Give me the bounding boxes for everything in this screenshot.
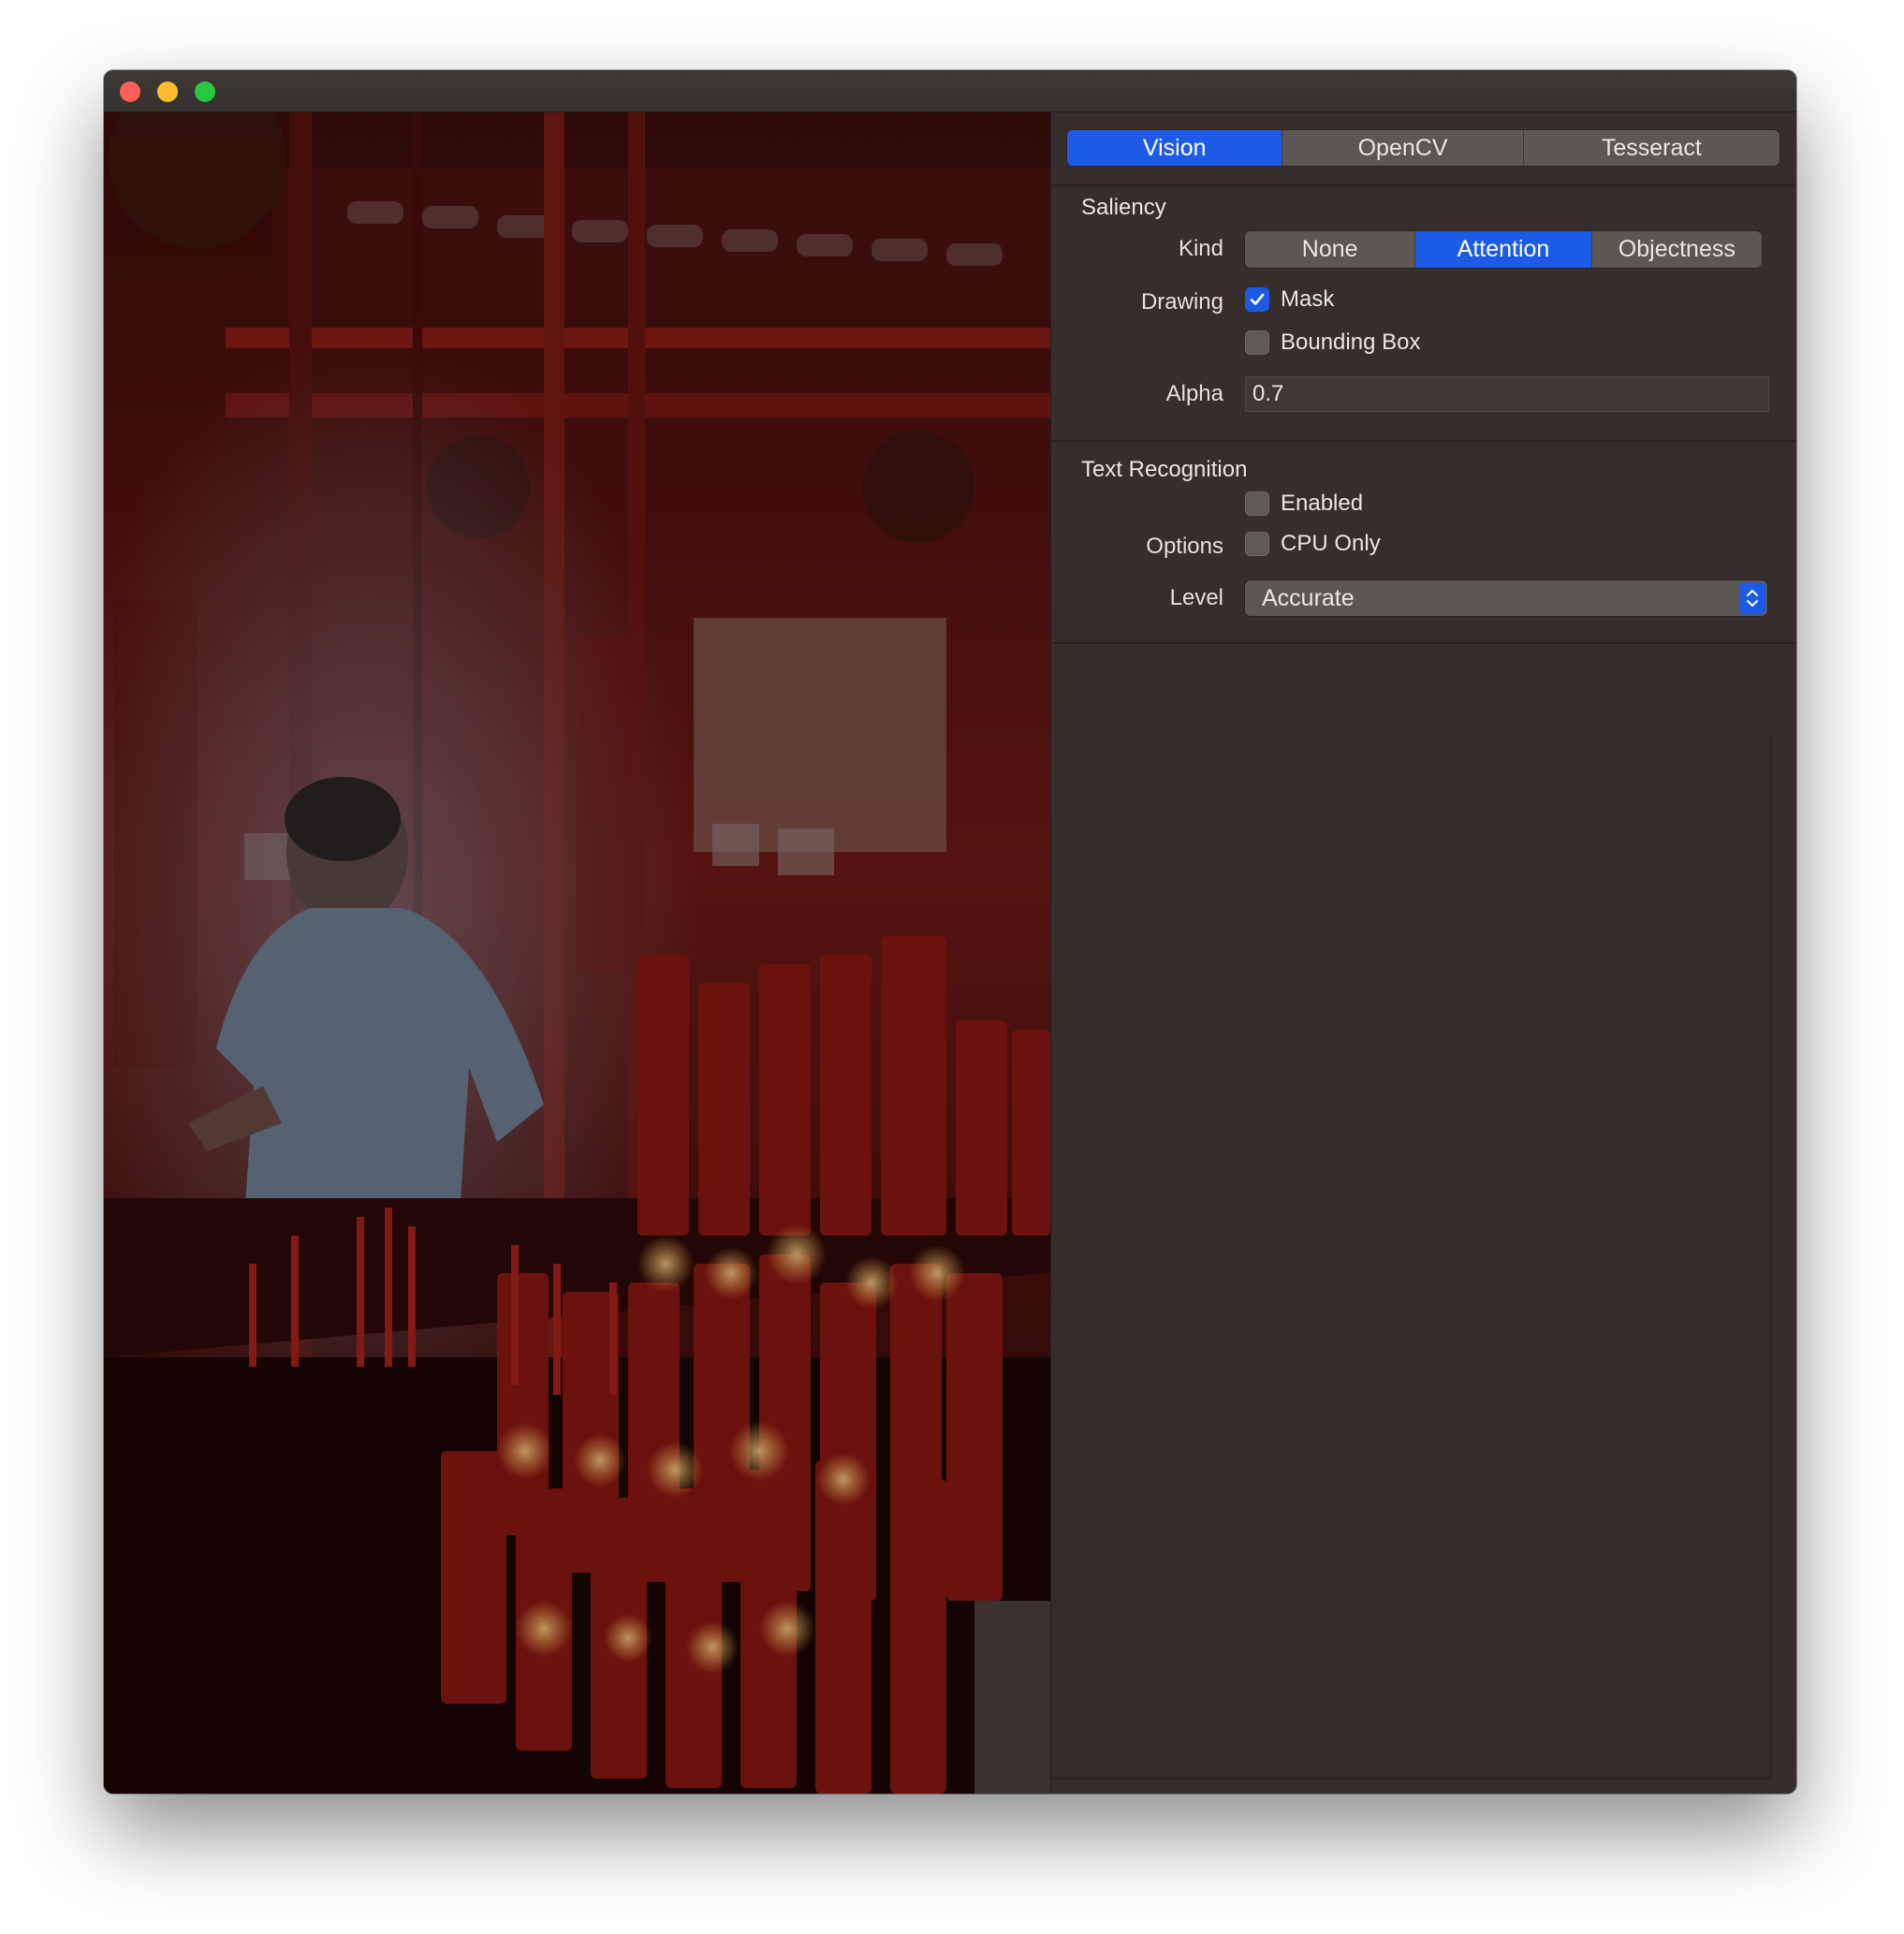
- cpu-only-checkbox[interactable]: CPU Only: [1245, 531, 1381, 557]
- divider: [1051, 184, 1796, 186]
- level-value: Accurate: [1262, 585, 1355, 611]
- checkbox-box: [1245, 330, 1269, 355]
- divider: [1051, 642, 1796, 644]
- enabled-label: Enabled: [1281, 491, 1364, 516]
- kind-option-attention[interactable]: Attention: [1415, 231, 1592, 268]
- text-recognition-title: Text Recognition: [1081, 457, 1248, 482]
- saliency-title: Saliency: [1081, 195, 1166, 220]
- alpha-label: Alpha: [1165, 381, 1223, 406]
- updown-chevron-icon: [1739, 582, 1765, 614]
- alpha-field[interactable]: 0.7: [1245, 376, 1769, 412]
- engine-tabs: Vision OpenCV Tesseract: [1067, 130, 1780, 166]
- level-select[interactable]: Accurate: [1245, 580, 1767, 616]
- tab-tesseract[interactable]: Tesseract: [1524, 130, 1780, 166]
- tab-opencv[interactable]: OpenCV: [1282, 130, 1524, 166]
- kind-option-objectness[interactable]: Objectness: [1592, 231, 1762, 268]
- divider: [1051, 440, 1796, 442]
- output-area: [1051, 735, 1772, 1780]
- level-label: Level: [1169, 585, 1223, 610]
- checkbox-box: [1245, 532, 1269, 556]
- zoom-icon[interactable]: [195, 81, 215, 102]
- title-bar[interactable]: [104, 70, 1796, 112]
- bounding-box-label: Bounding Box: [1281, 330, 1421, 355]
- image-preview: [104, 112, 1050, 1794]
- minimize-icon[interactable]: [157, 81, 178, 102]
- mask-checkbox[interactable]: Mask: [1245, 286, 1334, 313]
- temple-photo: [104, 112, 1050, 1794]
- mask-label: Mask: [1281, 286, 1335, 312]
- close-icon[interactable]: [120, 81, 140, 102]
- saliency-kind-control: None Attention Objectness: [1245, 231, 1762, 268]
- kind-label: Kind: [1178, 236, 1223, 261]
- settings-panel: Vision OpenCV Tesseract Saliency Kind No…: [1050, 112, 1796, 1794]
- enabled-checkbox[interactable]: Enabled: [1245, 491, 1363, 517]
- cpu-only-label: CPU Only: [1281, 531, 1381, 556]
- drawing-label: Drawing: [1140, 289, 1223, 315]
- bounding-box-checkbox[interactable]: Bounding Box: [1245, 330, 1420, 356]
- kind-option-none[interactable]: None: [1245, 231, 1416, 268]
- checkbox-box: [1245, 491, 1269, 516]
- tab-vision[interactable]: Vision: [1067, 130, 1283, 166]
- options-label: Options: [1146, 534, 1223, 559]
- app-window: Vision OpenCV Tesseract Saliency Kind No…: [104, 70, 1796, 1794]
- checkmark-icon: [1245, 287, 1269, 312]
